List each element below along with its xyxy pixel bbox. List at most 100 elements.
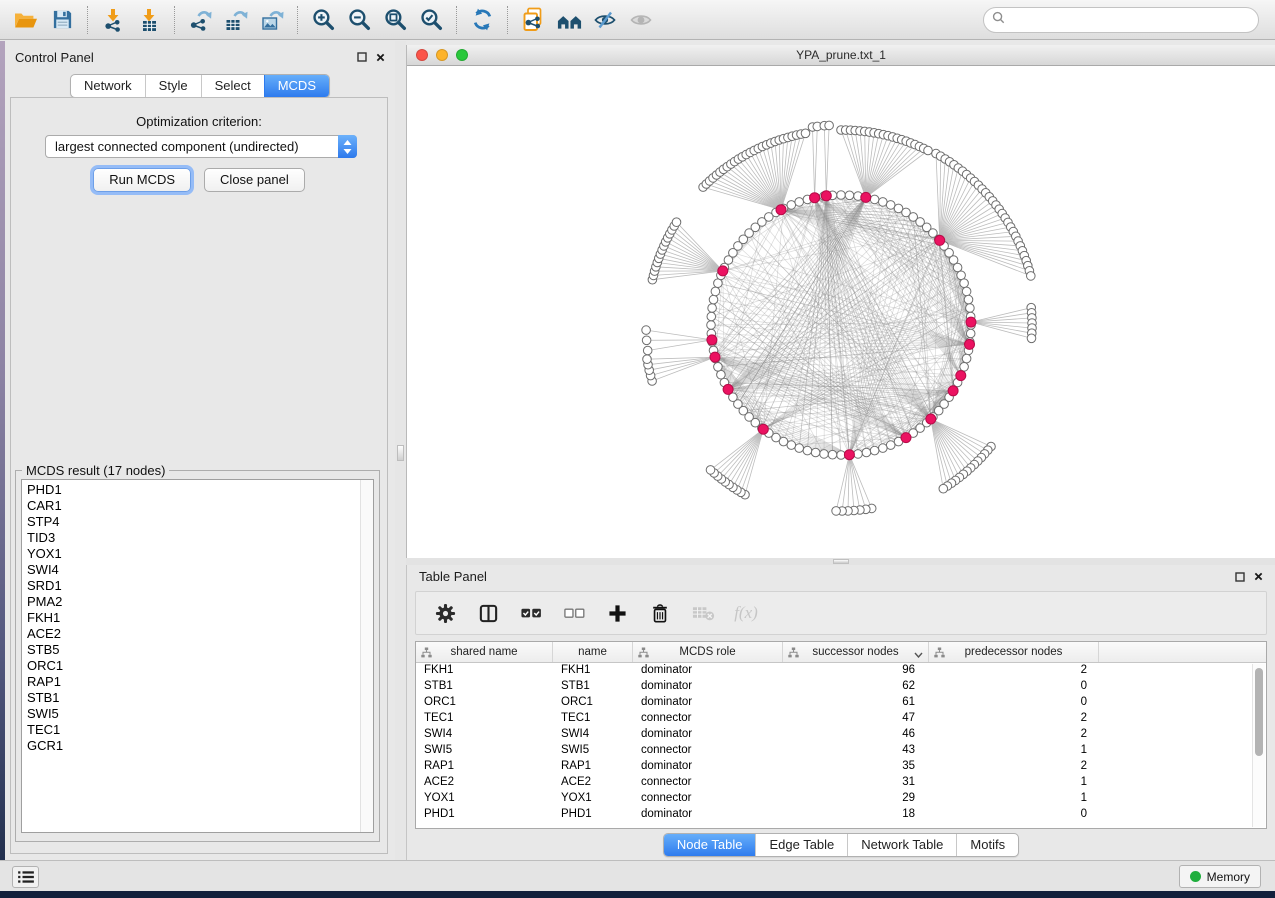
delete-icon[interactable] xyxy=(647,600,673,626)
horizontal-splitter-grip[interactable] xyxy=(833,559,849,564)
search-box[interactable] xyxy=(983,7,1259,33)
table-row[interactable]: YOX1YOX1connector291 xyxy=(416,791,1266,807)
column-header-shared-name[interactable]: shared name xyxy=(416,642,553,662)
export-network-icon[interactable] xyxy=(182,4,218,36)
mcds-result-item[interactable]: TID3 xyxy=(27,530,373,546)
cell-MCDS-role[interactable]: dominator xyxy=(633,679,783,695)
table-row[interactable]: SWI5SWI5connector431 xyxy=(416,743,1266,759)
open-file-icon[interactable] xyxy=(8,4,44,36)
column-header-predecessor-nodes[interactable]: predecessor nodes xyxy=(929,642,1099,662)
horizontal-splitter[interactable] xyxy=(406,558,1275,565)
zoom-fit-icon[interactable] xyxy=(377,4,413,36)
tab-network[interactable]: Network xyxy=(71,75,145,97)
cell-predecessor-nodes[interactable]: 1 xyxy=(929,791,1099,807)
mcds-result-item[interactable]: YOX1 xyxy=(27,546,373,562)
cell-successor-nodes[interactable]: 96 xyxy=(783,663,929,679)
hide-selected-icon[interactable] xyxy=(587,4,623,36)
tab-style[interactable]: Style xyxy=(145,75,201,97)
import-network-icon[interactable] xyxy=(95,4,131,36)
cell-name[interactable]: RAP1 xyxy=(553,759,633,775)
table-row[interactable]: PHD1PHD1dominator180 xyxy=(416,807,1266,823)
mcds-result-item[interactable]: TEC1 xyxy=(27,722,373,738)
cell-successor-nodes[interactable]: 43 xyxy=(783,743,929,759)
import-table-icon[interactable] xyxy=(131,4,167,36)
tab-mcds[interactable]: MCDS xyxy=(264,75,329,97)
cell-shared-name[interactable]: SWI4 xyxy=(416,727,553,743)
cell-predecessor-nodes[interactable]: 2 xyxy=(929,759,1099,775)
zoom-out-icon[interactable] xyxy=(341,4,377,36)
tab-motifs[interactable]: Motifs xyxy=(956,834,1018,856)
deselect-all-icon[interactable] xyxy=(561,600,587,626)
column-header-name[interactable]: name xyxy=(553,642,633,662)
cell-name[interactable]: FKH1 xyxy=(553,663,633,679)
cell-name[interactable]: STB1 xyxy=(553,679,633,695)
zoom-in-icon[interactable] xyxy=(305,4,341,36)
cell-successor-nodes[interactable]: 61 xyxy=(783,695,929,711)
cell-MCDS-role[interactable]: dominator xyxy=(633,727,783,743)
network-graph[interactable] xyxy=(407,66,1275,558)
float-table-panel-icon[interactable] xyxy=(1235,572,1245,582)
tab-node-table[interactable]: Node Table xyxy=(664,834,756,856)
tab-network-table[interactable]: Network Table xyxy=(847,834,956,856)
mcds-result-item[interactable]: SRD1 xyxy=(27,578,373,594)
export-image-icon[interactable] xyxy=(254,4,290,36)
column-header-MCDS-role[interactable]: MCDS role xyxy=(633,642,783,662)
select-all-icon[interactable] xyxy=(518,600,544,626)
cell-predecessor-nodes[interactable]: 2 xyxy=(929,663,1099,679)
cell-MCDS-role[interactable]: connector xyxy=(633,791,783,807)
task-history-button[interactable] xyxy=(12,866,39,888)
cell-successor-nodes[interactable]: 35 xyxy=(783,759,929,775)
cell-shared-name[interactable]: ACE2 xyxy=(416,775,553,791)
cell-shared-name[interactable]: YOX1 xyxy=(416,791,553,807)
cell-predecessor-nodes[interactable]: 1 xyxy=(929,743,1099,759)
mcds-result-item[interactable]: PHD1 xyxy=(27,482,373,498)
mcds-list-scrollbar[interactable] xyxy=(360,480,373,832)
cell-shared-name[interactable]: FKH1 xyxy=(416,663,553,679)
table-row[interactable]: SWI4SWI4dominator462 xyxy=(416,727,1266,743)
cell-shared-name[interactable]: PHD1 xyxy=(416,807,553,823)
close-panel-button[interactable]: Close panel xyxy=(204,168,305,192)
mcds-result-item[interactable]: SWI5 xyxy=(27,706,373,722)
mcds-result-list[interactable]: PHD1CAR1STP4TID3YOX1SWI4SRD1PMA2FKH1ACE2… xyxy=(21,479,374,833)
add-icon[interactable] xyxy=(604,600,630,626)
cell-MCDS-role[interactable]: connector xyxy=(633,775,783,791)
cell-successor-nodes[interactable]: 18 xyxy=(783,807,929,823)
table-row[interactable]: ACE2ACE2connector311 xyxy=(416,775,1266,791)
cell-predecessor-nodes[interactable]: 2 xyxy=(929,727,1099,743)
cell-predecessor-nodes[interactable]: 0 xyxy=(929,807,1099,823)
memory-button[interactable]: Memory xyxy=(1179,865,1261,888)
criterion-dropdown[interactable]: largest connected component (undirected) xyxy=(45,135,357,158)
mcds-result-item[interactable]: CAR1 xyxy=(27,498,373,514)
mcds-result-item[interactable]: RAP1 xyxy=(27,674,373,690)
cell-name[interactable]: PHD1 xyxy=(553,807,633,823)
column-header-successor-nodes[interactable]: successor nodes xyxy=(783,642,929,662)
cell-successor-nodes[interactable]: 31 xyxy=(783,775,929,791)
cell-shared-name[interactable]: TEC1 xyxy=(416,711,553,727)
sort-chevron-icon[interactable] xyxy=(914,649,923,661)
cell-predecessor-nodes[interactable]: 0 xyxy=(929,679,1099,695)
search-input[interactable] xyxy=(1010,12,1250,28)
houses-icon[interactable] xyxy=(551,4,587,36)
cell-name[interactable]: ORC1 xyxy=(553,695,633,711)
mcds-result-item[interactable]: ORC1 xyxy=(27,658,373,674)
table-row[interactable]: STB1STB1dominator620 xyxy=(416,679,1266,695)
save-session-icon[interactable] xyxy=(44,4,80,36)
cell-name[interactable]: TEC1 xyxy=(553,711,633,727)
cell-successor-nodes[interactable]: 62 xyxy=(783,679,929,695)
cell-MCDS-role[interactable]: connector xyxy=(633,711,783,727)
zoom-selected-icon[interactable] xyxy=(413,4,449,36)
cell-successor-nodes[interactable]: 47 xyxy=(783,711,929,727)
tab-edge-table[interactable]: Edge Table xyxy=(755,834,847,856)
cell-MCDS-role[interactable]: dominator xyxy=(633,663,783,679)
table-row[interactable]: TEC1TEC1connector472 xyxy=(416,711,1266,727)
mcds-result-item[interactable]: PMA2 xyxy=(27,594,373,610)
cell-predecessor-nodes[interactable]: 2 xyxy=(929,711,1099,727)
settings-gear-icon[interactable] xyxy=(432,600,458,626)
mcds-result-item[interactable]: STB1 xyxy=(27,690,373,706)
new-network-from-selection-icon[interactable] xyxy=(515,4,551,36)
network-canvas[interactable] xyxy=(407,66,1275,558)
cell-predecessor-nodes[interactable]: 1 xyxy=(929,775,1099,791)
float-panel-icon[interactable] xyxy=(357,52,367,62)
cell-name[interactable]: ACE2 xyxy=(553,775,633,791)
cell-shared-name[interactable]: RAP1 xyxy=(416,759,553,775)
